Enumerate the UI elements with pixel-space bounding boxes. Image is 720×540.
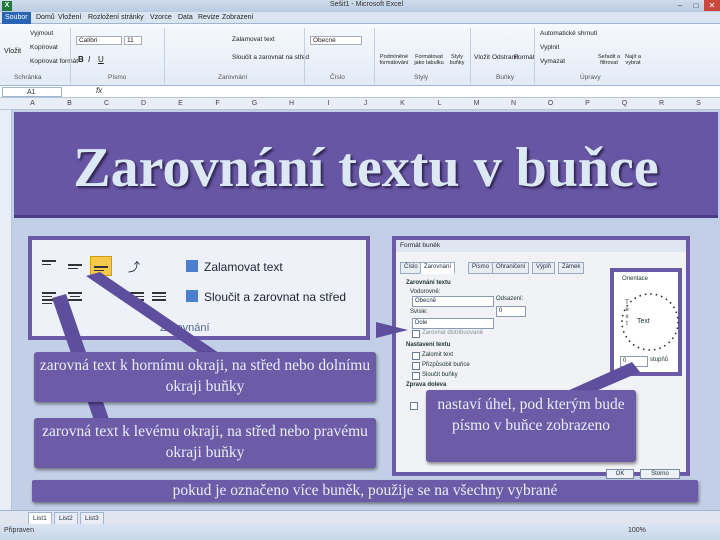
zoom-level[interactable]: 100% <box>628 527 646 534</box>
status-text: Připraven <box>4 527 34 534</box>
callout-merge: pokud je označeno více buněk, použije se… <box>32 480 698 502</box>
callout-horizontal-alignment: zarovná text k levému okraji, na střed n… <box>34 418 376 468</box>
orientation-dial <box>621 293 679 351</box>
sheet-tab-bar <box>0 510 720 524</box>
callout-text-angle: nastaví úhel, pod kterým bude písmo v bu… <box>426 390 636 462</box>
pointer-to-dialog <box>376 322 408 338</box>
callout-vertical-alignment: zarovná text k hornímu okraji, na střed … <box>34 352 376 402</box>
status-bar <box>0 524 720 540</box>
